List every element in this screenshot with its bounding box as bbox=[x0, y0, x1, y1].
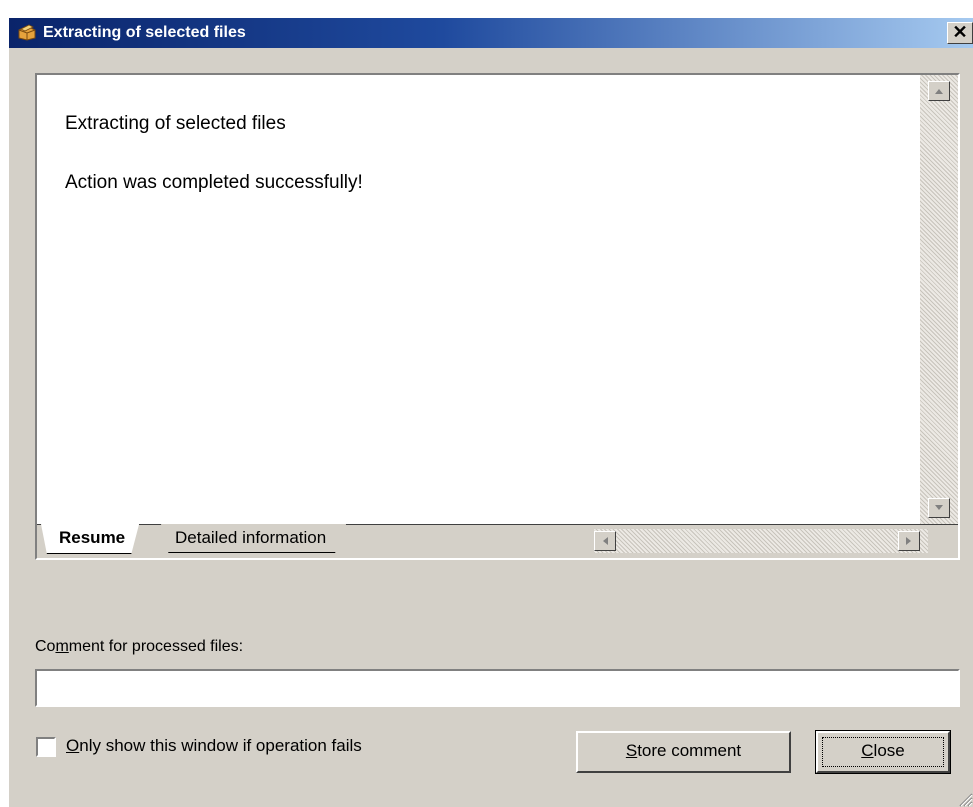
scroll-down-button[interactable] bbox=[928, 498, 950, 518]
close-button[interactable]: Close bbox=[815, 730, 951, 774]
tab-bar: Resume Detailed information bbox=[37, 524, 958, 558]
checkbox-label-mnemonic: O bbox=[66, 736, 80, 755]
tab-detailed-information[interactable]: Detailed information bbox=[161, 524, 347, 553]
scroll-right-button[interactable] bbox=[898, 531, 920, 551]
only-show-on-failure-checkbox[interactable] bbox=[36, 737, 56, 757]
scroll-left-button[interactable] bbox=[594, 531, 616, 551]
arrow-right-icon bbox=[906, 537, 911, 545]
close-window-button[interactable]: ✕ bbox=[947, 22, 973, 44]
comment-label-rest: ment for processed files: bbox=[68, 638, 244, 655]
close-icon: ✕ bbox=[952, 22, 968, 42]
arrow-left-icon bbox=[603, 537, 608, 545]
window-title: Extracting of selected files bbox=[43, 24, 246, 41]
tab-resume-label: Resume bbox=[59, 528, 126, 547]
store-comment-button[interactable]: Store comment bbox=[576, 731, 791, 773]
checkbox-label-rest: nly show this window if operation fails bbox=[79, 736, 362, 755]
title-bar[interactable]: Extracting of selected files ✕ bbox=[9, 18, 973, 48]
store-button-rest: tore comment bbox=[637, 741, 742, 760]
focus-rectangle bbox=[822, 737, 944, 767]
comment-label-part: Co bbox=[35, 638, 56, 655]
result-heading: Extracting of selected files bbox=[65, 113, 286, 134]
tab-resume[interactable]: Resume bbox=[41, 524, 140, 554]
archive-box-icon bbox=[18, 24, 36, 41]
tab-detailed-information-label: Detailed information bbox=[175, 528, 327, 547]
dialog-window: Extracting of selected files ✕ Extractin… bbox=[9, 18, 973, 807]
arrow-up-icon bbox=[935, 89, 943, 94]
comment-input[interactable] bbox=[35, 669, 960, 707]
store-button-mnemonic: S bbox=[625, 741, 638, 760]
resize-grip-icon[interactable] bbox=[953, 787, 973, 807]
scroll-up-button[interactable] bbox=[928, 81, 950, 101]
result-message: Action was completed successfully! bbox=[65, 172, 363, 193]
vertical-scrollbar[interactable] bbox=[920, 75, 958, 524]
only-show-on-failure-label[interactable]: Only show this window if operation fails bbox=[66, 736, 362, 756]
horizontal-scrollbar[interactable] bbox=[594, 529, 928, 553]
comment-label-mnemonic: m bbox=[55, 638, 69, 655]
result-content: Extracting of selected files Action was … bbox=[37, 75, 920, 524]
comment-label: Comment for processed files: bbox=[35, 638, 243, 656]
result-panel: Extracting of selected files Action was … bbox=[35, 73, 960, 560]
arrow-down-icon bbox=[935, 505, 943, 510]
